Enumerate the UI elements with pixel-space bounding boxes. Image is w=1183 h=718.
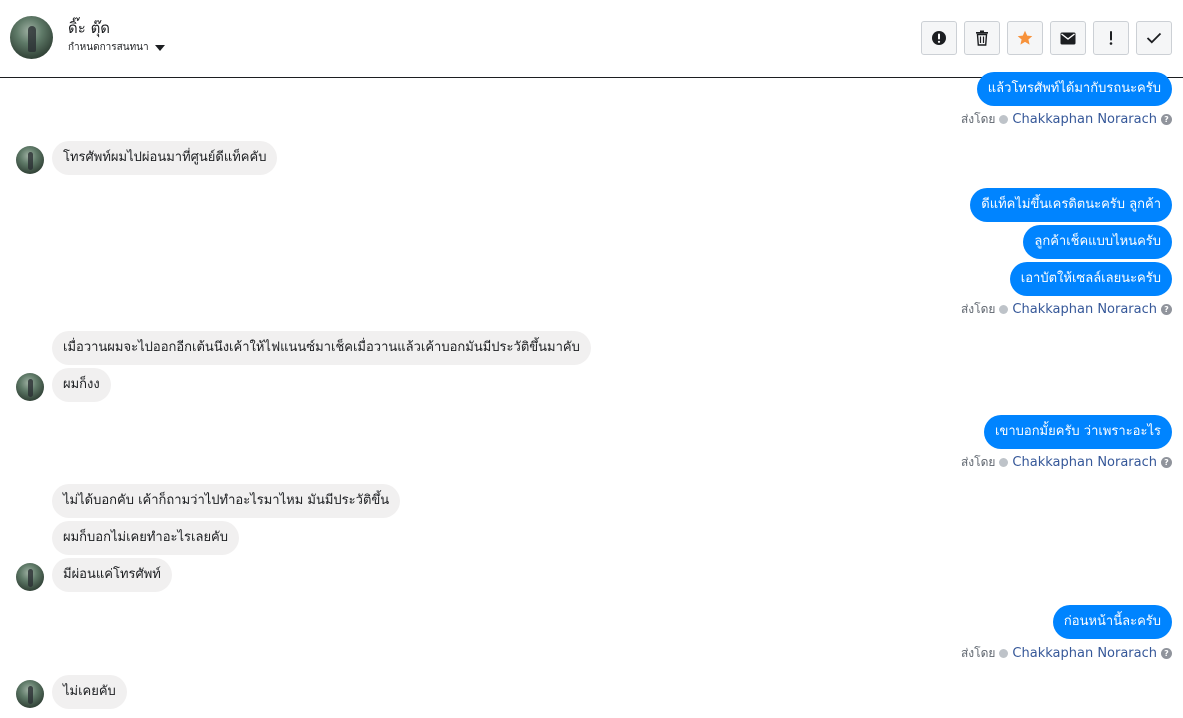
sent-by-prefix: ส่งโดย xyxy=(960,455,996,469)
exclamation-circle-icon xyxy=(932,31,946,45)
incoming-message[interactable]: มีผ่อนแค่โทรศัพท์ xyxy=(52,558,172,592)
manage-conversation-label: กำหนดการสนทนา xyxy=(68,42,149,53)
help-icon[interactable]: ? xyxy=(1161,304,1172,315)
conversation-header: ดิ๊ะ ตุ๊ด กำหนดการสนทนา xyxy=(0,0,1183,78)
mark-done-button[interactable] xyxy=(1136,21,1172,55)
sent-by-prefix: ส่งโดย xyxy=(960,302,996,316)
incoming-message[interactable]: เมื่อวานผมจะไปออกอีกเต้นนึงเค้าให้ไฟแนนซ… xyxy=(52,331,591,365)
agent-name-link[interactable]: Chakkaphan Norarach xyxy=(1012,112,1157,127)
outgoing-message[interactable]: ก่อนหน้านี้ละครับ xyxy=(1052,605,1172,639)
mark-unread-button[interactable] xyxy=(1050,21,1086,55)
help-icon[interactable]: ? xyxy=(1161,648,1172,659)
outgoing-message[interactable]: เขาบอกมั้ยครับ ว่าเพราะอะไร xyxy=(984,415,1172,449)
sent-by-line: ส่งโดย Chakkaphan Norarach ? xyxy=(961,110,1172,129)
agent-name-link[interactable]: Chakkaphan Norarach xyxy=(1012,302,1157,317)
follow-up-button[interactable] xyxy=(1093,21,1129,55)
sent-by-prefix: ส่งโดย xyxy=(960,646,996,660)
outgoing-message[interactable]: ดีแท็คไม่ขึ้นเครดิตนะครับ ลูกค้า xyxy=(970,188,1172,222)
verified-icon xyxy=(999,305,1009,314)
sent-by-line: ส่งโดย Chakkaphan Norarach ? xyxy=(961,453,1172,472)
incoming-message[interactable]: ไม่ได้บอกคับ เค้าก็ถามว่าไปทำอะไรมาไหม ม… xyxy=(52,484,401,518)
sent-by-line: ส่งโดย Chakkaphan Norarach ? xyxy=(961,644,1172,663)
sent-by-line: ส่งโดย Chakkaphan Norarach ? xyxy=(961,300,1172,319)
manage-conversation-dropdown[interactable]: กำหนดการสนทนา xyxy=(68,40,165,55)
incoming-message[interactable]: ผมก็งง xyxy=(52,368,111,402)
contact-avatar-small[interactable] xyxy=(16,563,44,591)
toolbar xyxy=(921,21,1172,55)
agent-name-link[interactable]: Chakkaphan Norarach xyxy=(1012,646,1157,661)
caret-down-icon xyxy=(154,44,165,51)
mark-spam-button[interactable] xyxy=(921,21,957,55)
verified-icon xyxy=(999,649,1009,658)
incoming-message[interactable]: ผมก็บอกไม่เคยทำอะไรเลยคับ xyxy=(52,521,240,555)
agent-name-link[interactable]: Chakkaphan Norarach xyxy=(1012,455,1157,470)
help-icon[interactable]: ? xyxy=(1161,114,1172,125)
star-button[interactable] xyxy=(1007,21,1043,55)
contact-avatar-small[interactable] xyxy=(16,146,44,174)
outgoing-message[interactable]: เอาบัตให้เซลล์เลยนะครับ xyxy=(1009,262,1172,296)
star-icon xyxy=(1017,30,1033,45)
outgoing-message[interactable]: ลูกค้าเช็คแบบไหนครับ xyxy=(1023,225,1172,259)
contact-avatar[interactable] xyxy=(10,16,53,59)
contact-avatar-small[interactable] xyxy=(16,373,44,401)
sent-by-prefix: ส่งโดย xyxy=(960,112,996,126)
delete-button[interactable] xyxy=(964,21,1000,55)
contact-avatar-small[interactable] xyxy=(16,680,44,708)
outgoing-message[interactable]: แล้วโทรศัพท์ได้มากับรถนะครับ xyxy=(976,72,1172,106)
check-icon xyxy=(1146,32,1162,44)
contact-name[interactable]: ดิ๊ะ ตุ๊ด xyxy=(68,16,110,40)
incoming-message[interactable]: ไม่เคยคับ xyxy=(52,675,127,709)
trash-icon xyxy=(976,30,988,46)
exclamation-icon xyxy=(1109,31,1113,45)
verified-icon xyxy=(999,458,1009,467)
envelope-icon xyxy=(1060,32,1076,44)
verified-icon xyxy=(999,115,1009,124)
incoming-message[interactable]: โทรศัพท์ผมไปผ่อนมาที่ศูนย์ดีแท็คคับ xyxy=(52,141,278,175)
help-icon[interactable]: ? xyxy=(1161,457,1172,468)
